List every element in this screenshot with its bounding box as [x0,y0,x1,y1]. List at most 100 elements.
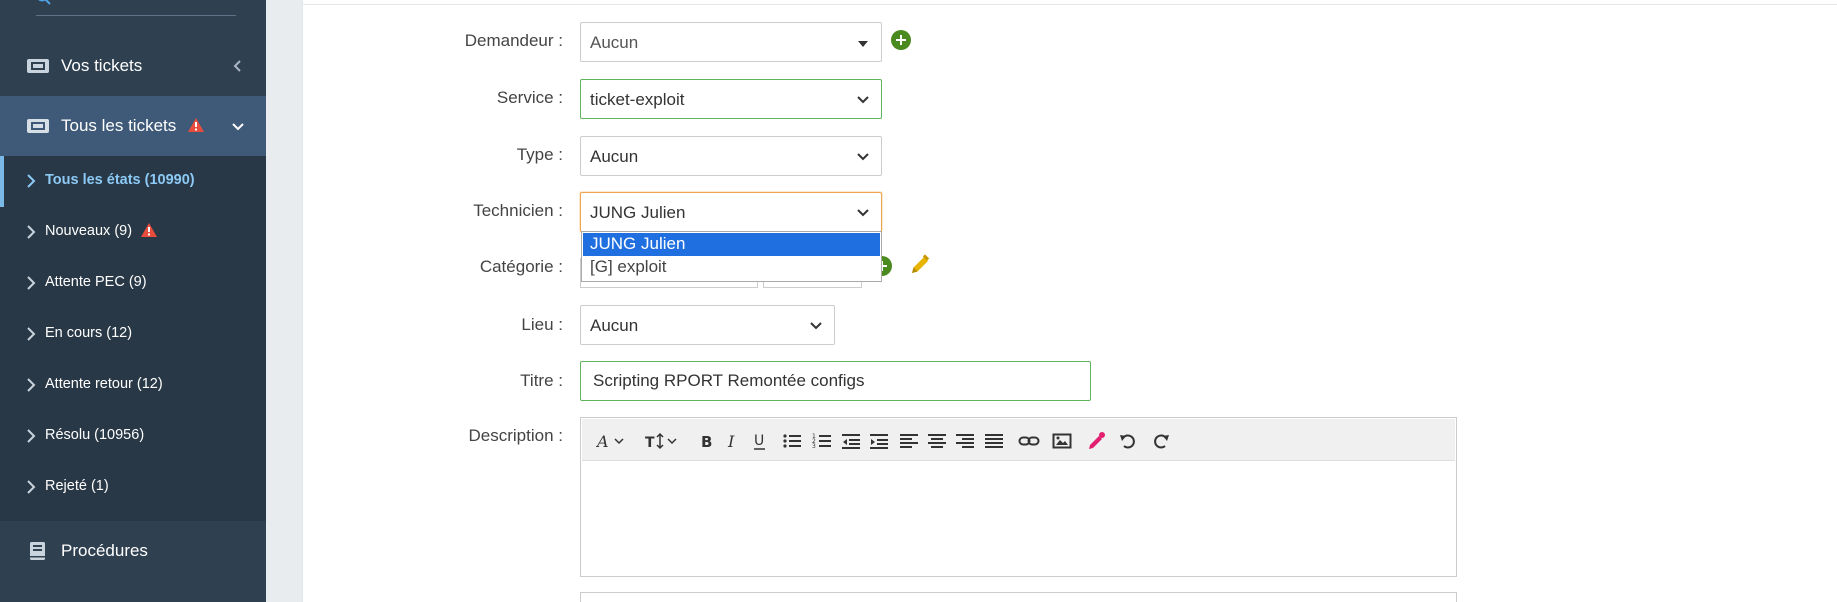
align-center-icon [928,434,946,448]
technicien-option-g-exploit[interactable]: [G] exploit [583,256,880,279]
chevron-right-icon [27,174,36,188]
lieu-label: Lieu : [521,315,563,334]
color-picker-button[interactable] [1086,430,1106,452]
indent-button[interactable] [869,430,889,452]
svg-text:U: U [754,433,764,449]
nav-vos-tickets[interactable]: Vos tickets [0,36,266,96]
demandeur-select[interactable]: Aucun [580,22,882,62]
undo-button[interactable] [1119,430,1137,452]
align-center-button[interactable] [927,430,947,452]
type-label: Type : [516,145,563,164]
submenu-item-nouveaux[interactable]: Nouveaux (9) [0,207,266,258]
align-left-button[interactable] [899,430,919,452]
submenu-tous-les-tickets: Tous les états (10990) Nouveaux (9) Atte… [0,156,266,521]
submenu-item-label: En cours (12) [45,325,133,341]
editor-content-area[interactable] [581,462,1456,576]
next-field-box [580,592,1457,602]
submenu-item-label: Nouveaux (9) [45,222,158,239]
demandeur-value: Aucun [590,33,639,52]
nav-tous-les-tickets[interactable]: Tous les tickets [0,96,266,156]
pencil-icon[interactable] [908,253,932,277]
redo-button[interactable] [1152,430,1170,452]
undo-icon [1120,434,1135,449]
chevron-down-icon [857,96,869,104]
type-select[interactable]: Aucun [580,136,882,176]
submenu-item-rejete[interactable]: Rejeté (1) [0,462,266,513]
titre-label: Titre : [520,371,563,390]
italic-button[interactable]: I [725,430,743,452]
align-left-icon [900,434,918,448]
ticket-icon [27,59,49,73]
underline-icon: U [754,433,765,450]
align-right-button[interactable] [955,430,975,452]
submenu-item-text: Nouveaux (9) [45,223,133,239]
categorie-label: Catégorie : [479,257,563,276]
nav-procedures-label: Procédures [61,541,148,560]
lieu-select[interactable]: Aucun [580,305,835,345]
redo-icon [1154,434,1169,449]
ticket-search [36,0,236,16]
chevron-down-icon [857,209,869,217]
font-style-button[interactable]: A [596,430,628,452]
submenu-item-attente-retour[interactable]: Attente retour (12) [0,360,266,411]
chevron-right-icon [27,276,36,290]
add-demandeur-button[interactable] [891,30,911,50]
chevron-down-icon [857,153,869,161]
nav-vos-tickets-label: Vos tickets [61,56,143,75]
underline-button[interactable]: U [752,430,770,452]
nav-procedures[interactable]: Procédures [0,521,266,581]
outdent-button[interactable] [841,430,861,452]
italic-icon: I [727,432,735,451]
svg-text:A: A [596,432,609,451]
titre-input[interactable] [580,361,1091,401]
align-justify-icon [985,434,1003,448]
eyedropper-icon [1089,432,1105,449]
font-size-button[interactable]: T [644,430,684,452]
lieu-value: Aucun [590,316,639,335]
submenu-item-label: Attente PEC (9) [45,274,147,290]
chevron-right-icon [27,480,36,494]
list-ul-icon [783,434,801,448]
chevron-right-icon [27,225,36,239]
card-divider [303,4,1837,5]
chevron-right-icon [27,327,36,341]
description-label: Description : [468,426,563,445]
service-label: Service : [496,88,563,107]
chevron-right-icon [27,429,36,443]
search-icon [38,0,51,5]
submenu-item-resolu[interactable]: Résolu (10956) [0,411,266,462]
technicien-select[interactable]: JUNG Julien [580,192,882,232]
ticket-icon [27,119,49,133]
technicien-value: JUNG Julien [590,203,686,222]
demandeur-label: Demandeur : [464,31,563,50]
technicien-option-jung-julien[interactable]: JUNG Julien [583,233,880,256]
text-height-icon: T [645,432,677,451]
submenu-item-label: Attente retour (12) [45,376,163,392]
submenu-item-attente-pec[interactable]: Attente PEC (9) [0,258,266,309]
list-ol-icon: 123 [812,433,831,450]
svg-text:3: 3 [812,443,816,450]
type-value: Aucun [590,147,639,166]
chevron-down-icon [810,322,822,330]
submenu-item-label: Tous les états (10990) [45,172,195,188]
font-icon: A [596,432,624,451]
warning-icon [188,118,204,133]
numbered-list-button[interactable]: 123 [812,430,832,452]
chevron-down-icon [232,123,244,131]
bold-icon: B [701,433,712,451]
svg-text:T: T [645,435,655,451]
image-button[interactable] [1052,430,1072,452]
link-button[interactable] [1018,430,1040,452]
svg-text:I: I [727,432,735,451]
bullet-list-button[interactable] [782,430,802,452]
bold-button[interactable]: B [699,430,717,452]
submenu-item-en-cours[interactable]: En cours (12) [0,309,266,360]
service-value: ticket-exploit [590,90,685,109]
indent-icon [870,434,888,449]
search-input[interactable] [62,0,232,4]
align-right-icon [956,434,974,448]
align-justify-button[interactable] [984,430,1004,452]
submenu-item-tous-les-etats[interactable]: Tous les états (10990) [0,156,266,207]
service-select[interactable]: ticket-exploit [580,79,882,119]
link-icon [1018,436,1040,446]
